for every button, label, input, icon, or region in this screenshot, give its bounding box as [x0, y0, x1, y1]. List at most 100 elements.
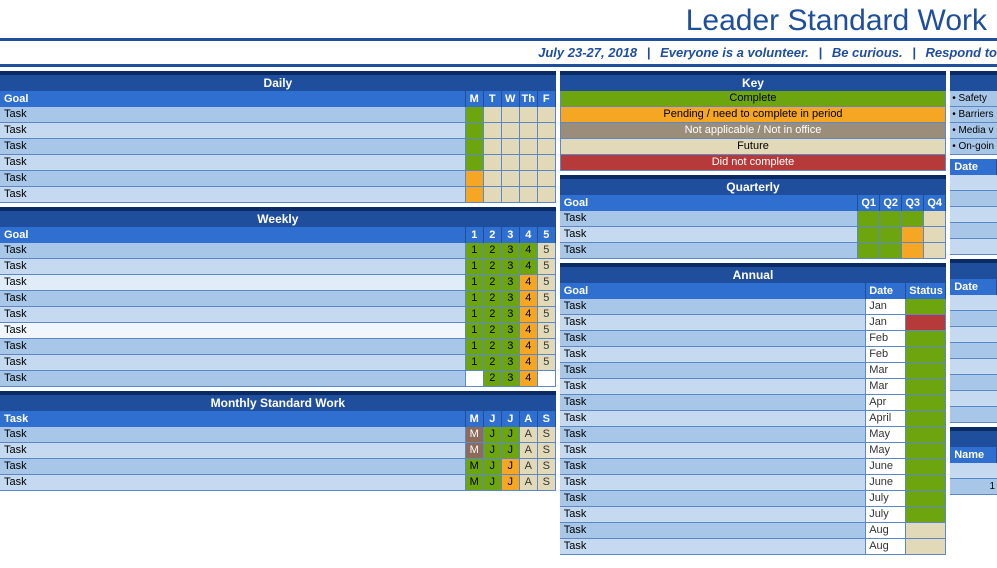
annual-task-label[interactable]: Task	[560, 411, 866, 427]
quarterly-cell[interactable]	[902, 227, 924, 243]
side-row[interactable]	[950, 375, 997, 391]
quarterly-cell[interactable]	[858, 227, 880, 243]
annual-status-cell[interactable]	[906, 331, 946, 347]
side-row[interactable]	[950, 207, 997, 223]
weekly-cell[interactable]: 4	[520, 323, 538, 339]
side-row-one[interactable]: 1	[950, 479, 997, 495]
annual-date-cell[interactable]: Mar	[866, 379, 906, 395]
monthly-cell[interactable]: J	[502, 475, 520, 491]
daily-task-label[interactable]: Task	[0, 107, 466, 123]
monthly-cell[interactable]: M	[466, 443, 484, 459]
weekly-task-label[interactable]: Task	[0, 243, 466, 259]
annual-task-label[interactable]: Task	[560, 427, 866, 443]
daily-cell[interactable]	[502, 123, 520, 139]
weekly-cell[interactable]: 5	[538, 355, 556, 371]
annual-status-cell[interactable]	[906, 363, 946, 379]
monthly-cell[interactable]: M	[466, 427, 484, 443]
annual-task-label[interactable]: Task	[560, 523, 866, 539]
weekly-cell[interactable]: 2	[484, 371, 502, 387]
annual-date-cell[interactable]: June	[866, 459, 906, 475]
daily-cell[interactable]	[484, 155, 502, 171]
weekly-cell[interactable]: 4	[520, 243, 538, 259]
weekly-cell[interactable]: 2	[484, 307, 502, 323]
annual-date-cell[interactable]: Jan	[866, 299, 906, 315]
annual-status-cell[interactable]	[906, 427, 946, 443]
weekly-task-label[interactable]: Task	[0, 339, 466, 355]
weekly-cell[interactable]: 1	[466, 243, 484, 259]
daily-cell[interactable]	[520, 123, 538, 139]
side-row[interactable]	[950, 311, 997, 327]
annual-date-cell[interactable]: July	[866, 491, 906, 507]
weekly-task-label[interactable]: Task	[0, 275, 466, 291]
monthly-task-label[interactable]: Task	[0, 443, 466, 459]
weekly-cell[interactable]: 4	[520, 355, 538, 371]
daily-cell[interactable]	[466, 123, 484, 139]
side-row[interactable]	[950, 407, 997, 423]
daily-cell[interactable]	[538, 107, 556, 123]
daily-cell[interactable]	[520, 187, 538, 203]
annual-task-label[interactable]: Task	[560, 363, 866, 379]
monthly-cell[interactable]: J	[502, 443, 520, 459]
annual-task-label[interactable]: Task	[560, 491, 866, 507]
quarterly-cell[interactable]	[902, 243, 924, 259]
annual-status-cell[interactable]	[906, 315, 946, 331]
annual-status-cell[interactable]	[906, 379, 946, 395]
annual-date-cell[interactable]: May	[866, 427, 906, 443]
daily-cell[interactable]	[502, 171, 520, 187]
daily-cell[interactable]	[538, 171, 556, 187]
annual-status-cell[interactable]	[906, 395, 946, 411]
weekly-cell[interactable]: 5	[538, 275, 556, 291]
annual-task-label[interactable]: Task	[560, 331, 866, 347]
annual-task-label[interactable]: Task	[560, 507, 866, 523]
annual-status-cell[interactable]	[906, 299, 946, 315]
annual-status-cell[interactable]	[906, 411, 946, 427]
annual-date-cell[interactable]: June	[866, 475, 906, 491]
daily-cell[interactable]	[538, 155, 556, 171]
weekly-cell[interactable]: 5	[538, 323, 556, 339]
annual-date-cell[interactable]: Aug	[866, 539, 906, 555]
monthly-cell[interactable]: J	[502, 459, 520, 475]
monthly-cell[interactable]: J	[484, 443, 502, 459]
weekly-cell[interactable]: 2	[484, 259, 502, 275]
monthly-cell[interactable]: A	[520, 475, 538, 491]
daily-cell[interactable]	[484, 187, 502, 203]
monthly-cell[interactable]: M	[466, 475, 484, 491]
weekly-task-label[interactable]: Task	[0, 323, 466, 339]
daily-task-label[interactable]: Task	[0, 171, 466, 187]
daily-cell[interactable]	[502, 187, 520, 203]
side-row[interactable]	[950, 239, 997, 255]
annual-status-cell[interactable]	[906, 347, 946, 363]
annual-date-cell[interactable]: Aug	[866, 523, 906, 539]
annual-date-cell[interactable]: Feb	[866, 347, 906, 363]
annual-task-label[interactable]: Task	[560, 395, 866, 411]
daily-task-label[interactable]: Task	[0, 187, 466, 203]
daily-cell[interactable]	[502, 107, 520, 123]
weekly-cell[interactable]: 4	[520, 275, 538, 291]
weekly-task-label[interactable]: Task	[0, 355, 466, 371]
quarterly-cell[interactable]	[902, 211, 924, 227]
daily-cell[interactable]	[502, 155, 520, 171]
monthly-cell[interactable]: J	[484, 459, 502, 475]
weekly-cell[interactable]: 2	[484, 339, 502, 355]
weekly-cell[interactable]	[538, 371, 556, 387]
daily-cell[interactable]	[502, 139, 520, 155]
annual-status-cell[interactable]	[906, 491, 946, 507]
daily-cell[interactable]	[520, 155, 538, 171]
annual-status-cell[interactable]	[906, 475, 946, 491]
weekly-cell[interactable]: 3	[502, 307, 520, 323]
quarterly-cell[interactable]	[880, 243, 902, 259]
daily-cell[interactable]	[466, 171, 484, 187]
weekly-cell[interactable]: 5	[538, 339, 556, 355]
quarterly-cell[interactable]	[924, 211, 946, 227]
weekly-cell[interactable]: 2	[484, 323, 502, 339]
annual-task-label[interactable]: Task	[560, 299, 866, 315]
monthly-cell[interactable]: J	[502, 427, 520, 443]
weekly-cell[interactable]: 4	[520, 371, 538, 387]
daily-cell[interactable]	[484, 107, 502, 123]
daily-task-label[interactable]: Task	[0, 139, 466, 155]
side-row[interactable]	[950, 391, 997, 407]
weekly-cell[interactable]: 2	[484, 291, 502, 307]
daily-cell[interactable]	[466, 187, 484, 203]
daily-cell[interactable]	[484, 123, 502, 139]
weekly-cell[interactable]: 2	[484, 275, 502, 291]
